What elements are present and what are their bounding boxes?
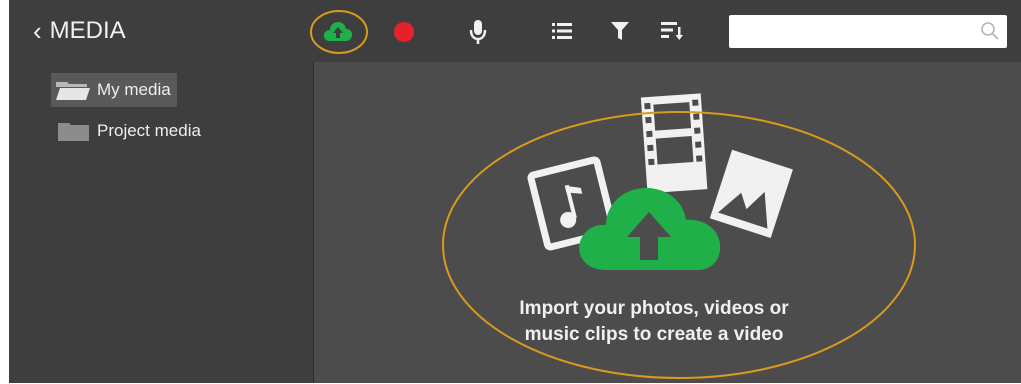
- sidebar-item-project-media[interactable]: Project media: [51, 114, 207, 148]
- record-icon: [394, 22, 414, 42]
- sort-icon: [661, 22, 683, 40]
- filter-button[interactable]: [609, 20, 631, 42]
- record-button[interactable]: [392, 20, 416, 44]
- search-input[interactable]: [737, 21, 981, 43]
- search-box[interactable]: [729, 15, 1007, 48]
- chevron-left-icon: ‹: [33, 16, 42, 46]
- back-label: MEDIA: [49, 17, 126, 44]
- photo-icon: [709, 149, 793, 239]
- cloud-upload-icon: [323, 22, 353, 41]
- empty-state-illustration[interactable]: [514, 92, 814, 292]
- folder-icon: [58, 123, 89, 141]
- filter-icon: [611, 22, 629, 40]
- back-button[interactable]: ‹ MEDIA: [33, 14, 126, 48]
- empty-state-line-1: Import your photos, videos or: [519, 298, 789, 319]
- microphone-icon: [469, 20, 487, 44]
- list-view-icon: [552, 23, 572, 39]
- sidebar-item-label: Project media: [97, 121, 201, 140]
- list-view-button[interactable]: [551, 20, 573, 42]
- upload-button[interactable]: [321, 17, 355, 45]
- empty-state-line-2: music clips to create a video: [524, 324, 784, 345]
- sidebar-item-label: My media: [97, 80, 171, 99]
- search-icon: [981, 22, 999, 40]
- toolbar: ‹ MEDIA: [9, 0, 1021, 62]
- film-strip-icon: [640, 93, 708, 194]
- folder-open-icon: [56, 82, 90, 100]
- empty-state-message: Import your photos, videos or music clip…: [464, 296, 844, 348]
- sidebar-item-my-media[interactable]: My media: [51, 73, 177, 107]
- microphone-button[interactable]: [466, 17, 490, 47]
- sidebar: My media Project media: [9, 62, 314, 383]
- media-content-area: Import your photos, videos or music clip…: [314, 62, 1021, 383]
- media-panel: ‹ MEDIA My media Project media Import yo…: [9, 0, 1021, 383]
- sort-button[interactable]: [660, 19, 684, 43]
